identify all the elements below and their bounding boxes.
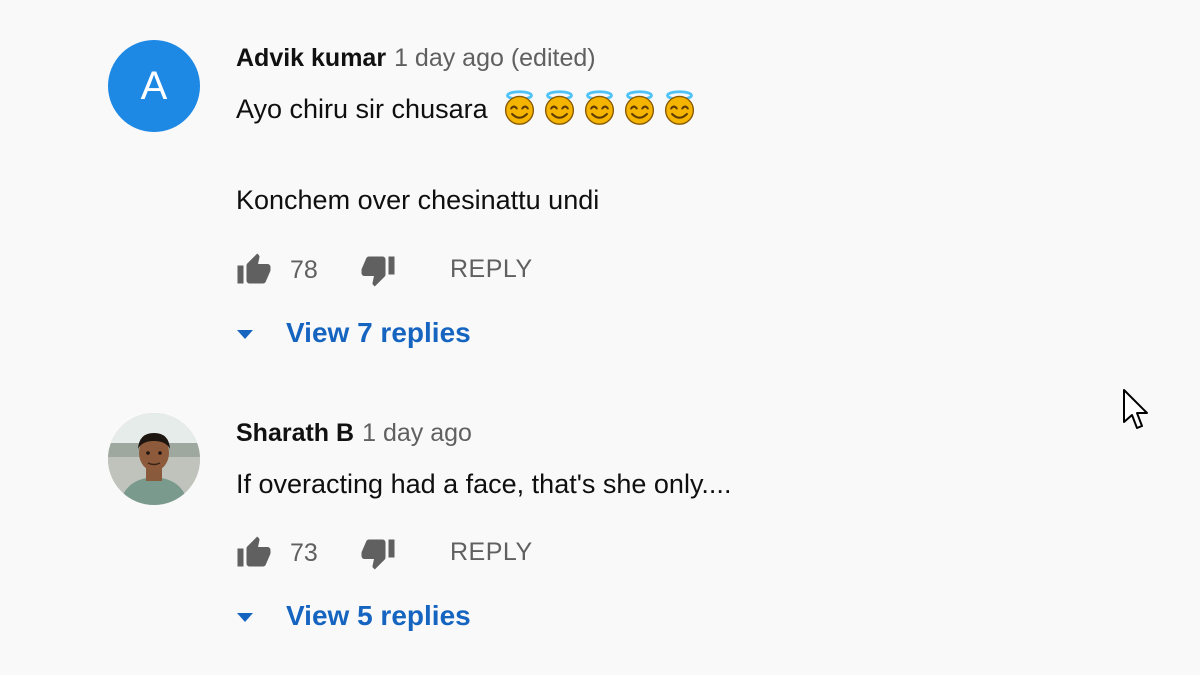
comment-timestamp[interactable]: 1 day ago (edited) xyxy=(394,44,596,72)
thumbs-up-icon[interactable] xyxy=(236,535,272,571)
avatar-letter: A xyxy=(140,64,168,108)
smiling-face-with-halo-icon xyxy=(505,90,535,126)
comment-header: Sharath B 1 day ago xyxy=(236,419,472,448)
comment-timestamp[interactable]: 1 day ago xyxy=(362,419,472,447)
avatar[interactable]: A xyxy=(108,40,200,132)
caret-down-icon xyxy=(237,330,253,339)
emoji-group xyxy=(501,89,698,126)
author-name[interactable]: Sharath B xyxy=(236,419,354,447)
comment-header: Advik kumar 1 day ago (edited) xyxy=(236,44,596,73)
mouse-cursor-icon xyxy=(1123,389,1148,429)
like-count: 73 xyxy=(290,539,318,567)
reply-button[interactable]: REPLY xyxy=(450,538,533,567)
comment-text-line: Ayo chiru sir chusara xyxy=(236,94,488,124)
view-replies-label: View 7 replies xyxy=(286,317,471,348)
thumbs-down-icon[interactable] xyxy=(360,535,396,571)
profile-photo-icon xyxy=(108,413,200,505)
smiling-face-with-halo-icon xyxy=(585,90,615,126)
author-name[interactable]: Advik kumar xyxy=(236,44,386,72)
thumbs-down-icon[interactable] xyxy=(360,252,396,288)
avatar[interactable] xyxy=(108,413,200,505)
thumbs-up-icon[interactable] xyxy=(236,252,272,288)
caret-down-icon xyxy=(237,613,253,622)
smiling-face-with-halo-icon xyxy=(625,90,655,126)
reply-button[interactable]: REPLY xyxy=(450,255,533,284)
comment-text: If overacting had a face, that's she onl… xyxy=(236,469,732,499)
like-count: 78 xyxy=(290,256,318,284)
comment-text: Ayo chiru sir chusara xyxy=(236,89,698,129)
comment-text-line: Konchem over chesinattu undi xyxy=(236,185,600,215)
smiling-face-with-halo-icon xyxy=(665,90,695,126)
smiling-face-with-halo-icon xyxy=(545,90,575,126)
view-replies-label: View 5 replies xyxy=(286,600,471,631)
